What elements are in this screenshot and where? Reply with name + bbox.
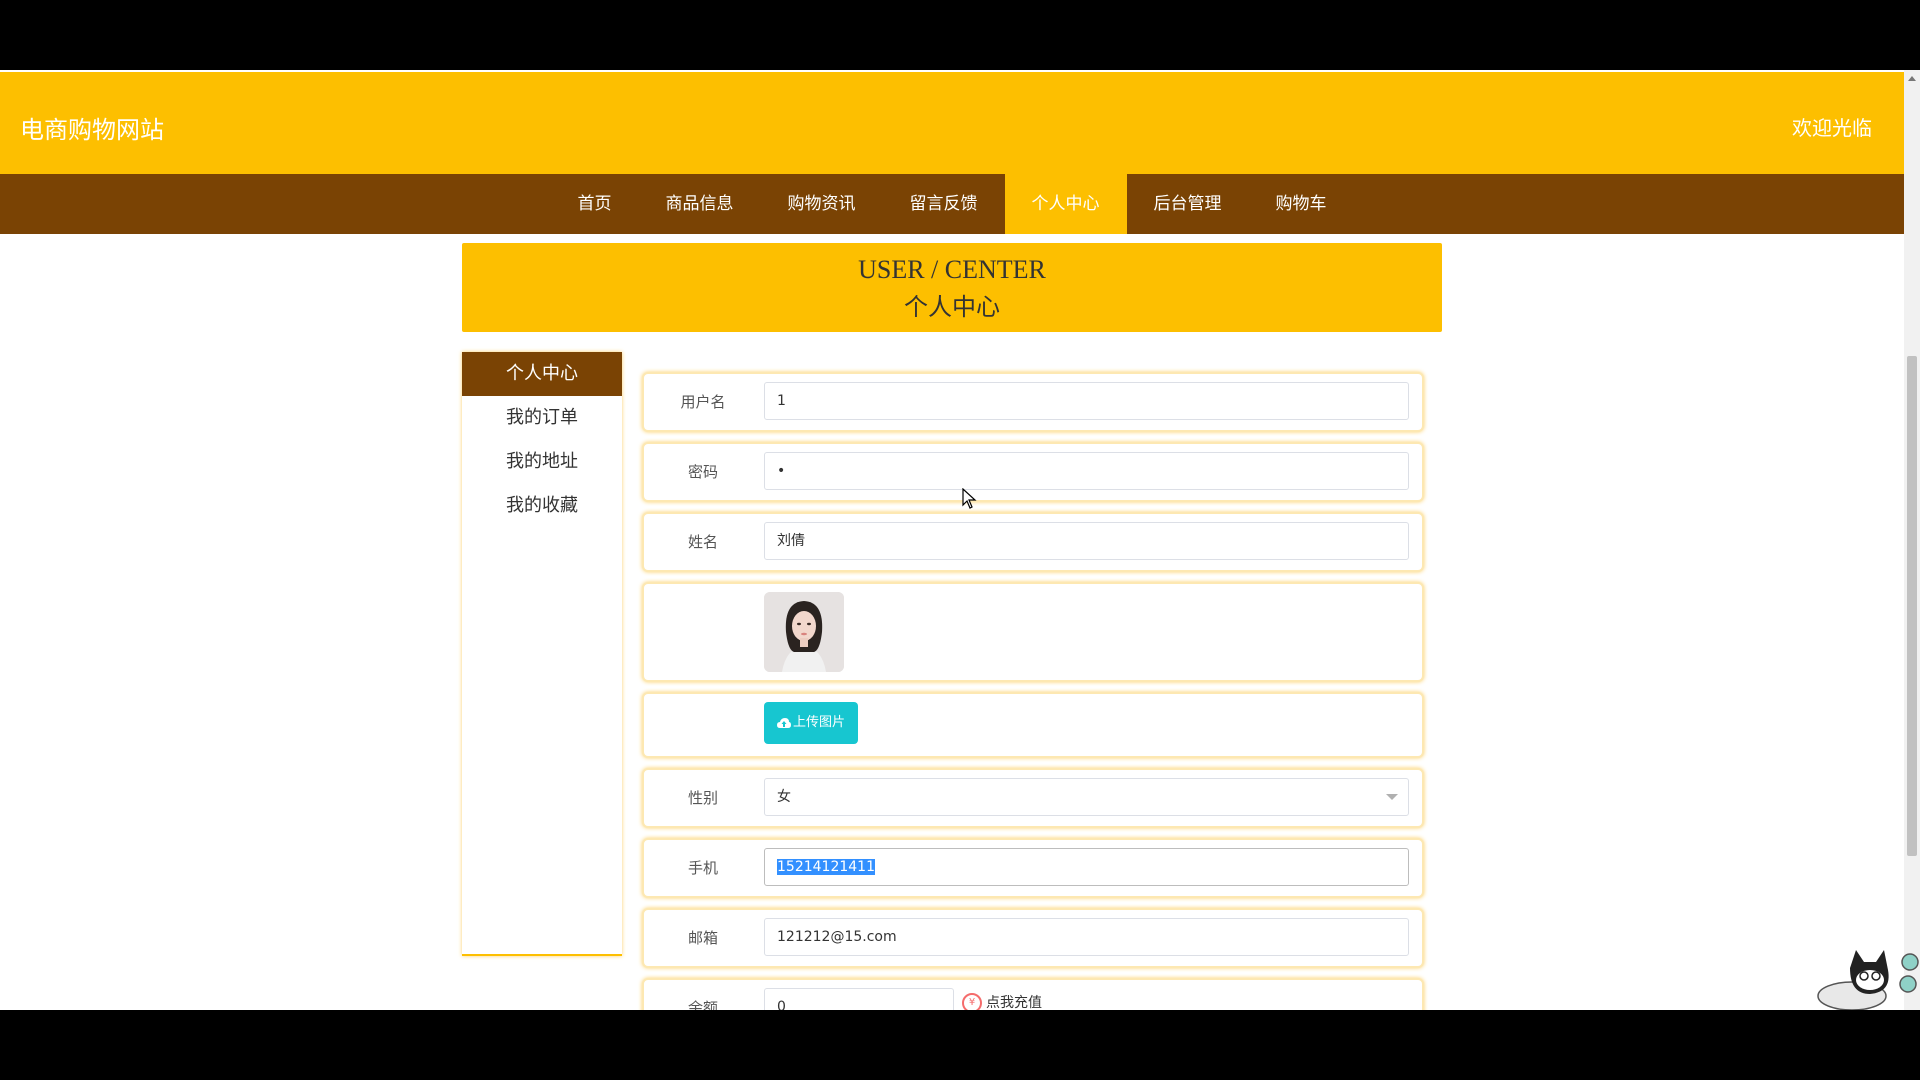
nav-user-center[interactable]: 个人中心 — [1004, 174, 1127, 234]
site-title[interactable]: 电商购物网站 — [20, 110, 164, 145]
welcome-text: 欢迎光临 — [1792, 116, 1872, 140]
site-header: 电商购物网站 欢迎光临 — [0, 72, 1904, 174]
avatar-image[interactable] — [764, 592, 844, 672]
nav-admin[interactable]: 后台管理 — [1127, 174, 1249, 234]
side-item-favorites[interactable]: 我的收藏 — [462, 484, 622, 528]
page-banner: USER / CENTER 个人中心 — [462, 243, 1442, 332]
balance-label: 余额 — [687, 999, 718, 1010]
upload-button[interactable]: 上传图片 — [764, 702, 858, 744]
upload-button-label: 上传图片 — [792, 715, 845, 730]
scroll-thumb[interactable] — [1907, 356, 1917, 856]
recharge-label: 点我充值 — [986, 995, 1042, 1010]
main-nav: 首页 商品信息 购物资讯 留言反馈 个人中心 后台管理 购物车 — [0, 174, 1904, 234]
mascot-cat-icon[interactable] — [1812, 938, 1920, 1010]
form-row-balance: 余额 0 ¥ 点我充值 — [642, 978, 1424, 1010]
name-label: 姓名 — [687, 533, 718, 551]
password-label: 密码 — [687, 463, 718, 481]
browser-viewport: 电商购物网站 欢迎光临 首页 商品信息 购物资讯 留言反馈 个人中心 后台管理 … — [0, 70, 1920, 1010]
side-item-user-center[interactable]: 个人中心 — [462, 352, 622, 396]
gender-label: 性别 — [687, 789, 718, 807]
nav-cart[interactable]: 购物车 — [1249, 174, 1354, 234]
form-row-name: 姓名 刘倩 — [642, 512, 1424, 572]
nav-feedback[interactable]: 留言反馈 — [883, 174, 1005, 234]
form-row-phone: 手机 15214121411 — [642, 838, 1424, 898]
nav-home[interactable]: 首页 — [551, 174, 639, 234]
page-scrollbar[interactable] — [1904, 70, 1920, 1010]
balance-input[interactable]: 0 — [764, 988, 954, 1010]
scroll-up-arrow-icon[interactable] — [1908, 76, 1916, 81]
nav-news[interactable]: 购物资讯 — [761, 174, 883, 234]
recharge-button[interactable]: ¥ 点我充值 — [962, 992, 1042, 1010]
phone-label: 手机 — [687, 859, 718, 877]
side-menu: 个人中心 我的订单 我的地址 我的收藏 — [462, 352, 622, 956]
form-row-password: 密码 • — [642, 442, 1424, 502]
gender-select-value: 女 — [777, 789, 791, 805]
cloud-upload-icon — [776, 717, 791, 728]
username-label: 用户名 — [680, 393, 726, 411]
yen-icon: ¥ — [962, 993, 982, 1010]
form-row-username: 用户名 1 — [642, 372, 1424, 432]
form-row-upload: 上传图片 — [642, 692, 1424, 758]
side-item-orders[interactable]: 我的订单 — [462, 396, 622, 440]
phone-input[interactable]: 15214121411 — [764, 848, 1409, 886]
form-row-email: 邮箱 121212@15.com — [642, 908, 1424, 968]
email-label: 邮箱 — [687, 929, 718, 947]
side-item-address[interactable]: 我的地址 — [462, 440, 622, 484]
banner-title-en: USER / CENTER — [858, 255, 1046, 284]
phone-input-selected-text: 15214121411 — [777, 859, 875, 875]
password-input[interactable]: • — [764, 452, 1409, 490]
form-row-gender: 性别 女 — [642, 768, 1424, 828]
gender-select[interactable]: 女 — [764, 778, 1409, 816]
nav-products[interactable]: 商品信息 — [639, 174, 761, 234]
banner-title-zh: 个人中心 — [904, 295, 1000, 321]
form-row-avatar — [642, 582, 1424, 682]
name-input[interactable]: 刘倩 — [764, 522, 1409, 560]
email-input[interactable]: 121212@15.com — [764, 918, 1409, 956]
avatar-portrait-icon — [764, 592, 844, 672]
chevron-down-icon — [1386, 794, 1398, 800]
username-input[interactable]: 1 — [764, 382, 1409, 420]
mouse-cursor-icon — [962, 488, 977, 509]
